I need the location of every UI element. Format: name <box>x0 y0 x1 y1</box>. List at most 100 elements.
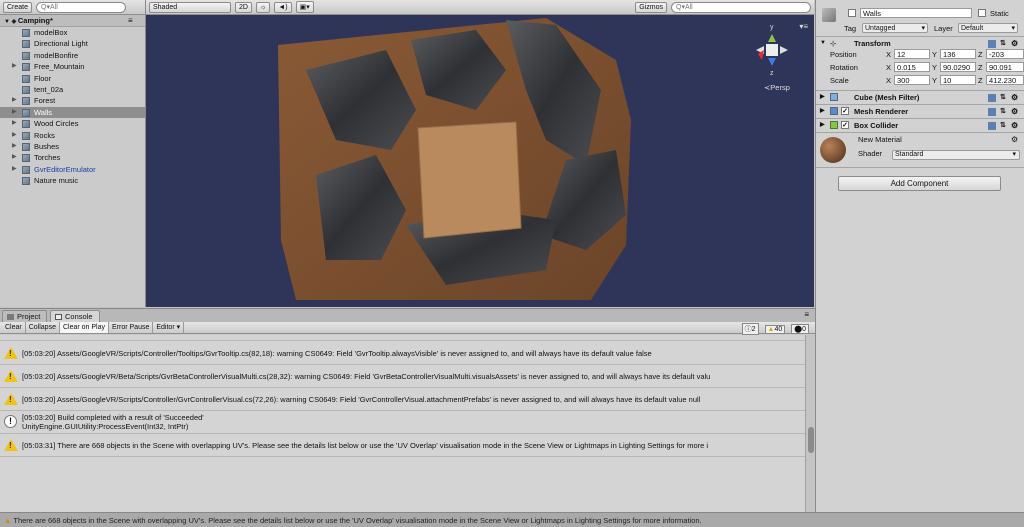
orientation-gizmo[interactable]: y z <box>752 24 792 82</box>
shading-mode-dropdown[interactable]: Shaded <box>149 1 231 13</box>
console-clear-on-play-button[interactable]: Clear on Play <box>59 322 110 333</box>
console-message-row[interactable]: [05:03:20] Assets/GoogleVR/Scripts/Contr… <box>0 388 805 411</box>
position-x-field[interactable]: 12 <box>894 49 930 59</box>
scrollbar-thumb[interactable] <box>808 427 814 453</box>
tab-console[interactable]: Console <box>50 310 100 322</box>
hierarchy-item[interactable]: ▶ Walls <box>0 106 145 119</box>
scene-view[interactable]: Shaded 2D ☼ ◄) ▣▾ Gizmos Q▾All ▾≡ y z ≺P… <box>146 0 814 307</box>
shader-dropdown[interactable]: Standard ▾ <box>892 150 1020 160</box>
expand-arrow-icon[interactable]: ▶ <box>12 118 17 129</box>
tag-dropdown[interactable]: Untagged ▾ <box>862 23 928 33</box>
preset-icon[interactable]: ⇅ <box>1000 91 1006 104</box>
rotation-z-field[interactable]: 90.091 <box>986 62 1024 72</box>
help-book-icon[interactable] <box>988 108 996 116</box>
help-book-icon[interactable] <box>988 122 996 130</box>
hierarchy-item[interactable]: ▶ GvrEditorEmulator <box>0 164 145 175</box>
info-count-toggle[interactable]: ⓘ2 <box>741 323 759 335</box>
2d-toggle-button[interactable]: 2D <box>235 1 252 13</box>
hierarchy-item[interactable]: Floor <box>0 73 145 84</box>
console-message-row[interactable]: [05:03:20] Assets/GoogleVR/Scripts/Contr… <box>0 342 805 365</box>
status-bar[interactable]: ▲ There are 668 objects in the Scene wit… <box>0 512 1024 527</box>
preset-icon[interactable]: ⇅ <box>1000 105 1006 118</box>
console-collapse-button[interactable]: Collapse <box>26 322 60 333</box>
console-message-row[interactable]: [05:03:20] Assets/GoogleVR/Beta/Scripts/… <box>0 365 805 388</box>
persp-label[interactable]: ≺Persp <box>764 83 790 92</box>
scale-x-field[interactable]: 300 <box>894 75 930 85</box>
scale-z-axis-label[interactable]: Z <box>978 76 983 85</box>
position-z-field[interactable]: -203 <box>986 49 1024 59</box>
effects-dropdown-icon[interactable]: ▣▾ <box>295 1 314 13</box>
position-y-axis-label[interactable]: Y <box>932 50 937 59</box>
rotation-y-axis-label[interactable]: Y <box>932 63 937 72</box>
gear-icon[interactable]: ⚙ <box>1011 119 1018 132</box>
gear-icon[interactable]: ⚙ <box>1011 133 1018 146</box>
gear-icon[interactable]: ⚙ <box>1011 105 1018 118</box>
rotation-y-field[interactable]: 90.0290 <box>940 62 976 72</box>
object-name-field[interactable]: Walls <box>860 8 972 18</box>
error-count-toggle[interactable]: ⬤0 <box>791 324 809 334</box>
console-message-row[interactable]: ! [05:03:20] Build completed with a resul… <box>0 411 805 434</box>
warning-count-toggle[interactable]: ▲40 <box>764 324 786 334</box>
gear-icon[interactable]: ⚙ <box>1011 91 1018 104</box>
scene-options-icon[interactable]: ▾≡ <box>799 22 808 31</box>
hierarchy-item[interactable]: ▶ Rocks <box>0 130 145 141</box>
hierarchy-item[interactable]: Directional Light <box>0 38 145 49</box>
audio-toggle-icon[interactable]: ◄) <box>274 1 292 13</box>
scale-x-axis-label[interactable]: X <box>886 76 891 85</box>
expand-arrow-icon[interactable]: ▶ <box>12 107 17 118</box>
rotation-x-field[interactable]: 0.015 <box>894 62 930 72</box>
hierarchy-item[interactable]: ▶ Free_Mountain <box>0 61 145 72</box>
mesh-renderer-header[interactable]: ▶ ✓ Mesh Renderer ⇅ ⚙ <box>816 104 1024 117</box>
mesh-renderer-enabled-checkbox[interactable]: ✓ <box>841 107 849 115</box>
transform-header[interactable]: ▼ ⊹ Transform ⇅ ⚙ <box>816 36 1024 49</box>
create-button[interactable]: Create <box>3 1 33 13</box>
expand-arrow-icon[interactable]: ▶ <box>12 141 17 152</box>
hierarchy-item[interactable]: modelBox <box>0 27 145 38</box>
console-message-list[interactable]: [05:03:20] Assets/GoogleVR/Scripts/Contr… <box>0 335 815 513</box>
rotation-x-axis-label[interactable]: X <box>886 63 891 72</box>
expand-arrow-icon[interactable]: ▶ <box>12 95 17 106</box>
help-book-icon[interactable] <box>988 94 996 102</box>
expand-arrow-icon[interactable]: ▶ <box>12 164 17 175</box>
console-clear-button[interactable]: Clear <box>2 322 26 333</box>
gizmos-dropdown[interactable]: Gizmos <box>635 1 667 13</box>
hierarchy-item[interactable]: ▶ Forest <box>0 95 145 106</box>
box-collider-enabled-checkbox[interactable]: ✓ <box>841 121 849 129</box>
scale-z-field[interactable]: 412.230 <box>986 75 1024 85</box>
scene-root-row[interactable]: ▼ ◈ Camping* ≡ <box>0 15 145 27</box>
active-checkbox[interactable] <box>848 9 856 17</box>
position-z-axis-label[interactable]: Z <box>978 50 983 59</box>
static-checkbox[interactable] <box>978 9 986 17</box>
layer-dropdown[interactable]: Default ▾ <box>958 23 1018 33</box>
position-x-axis-label[interactable]: X <box>886 50 891 59</box>
scale-y-field[interactable]: 10 <box>940 75 976 85</box>
position-y-field[interactable]: 136 <box>940 49 976 59</box>
scene-menu-icon[interactable]: ≡ <box>128 15 133 27</box>
tab-project[interactable]: Project <box>2 310 48 322</box>
box-collider-header[interactable]: ▶ ✓ Box Collider ⇅ ⚙ <box>816 118 1024 131</box>
expand-arrow-icon[interactable]: ▶ <box>12 61 17 72</box>
console-error-pause-button[interactable]: Error Pause <box>109 322 154 333</box>
console-message-row[interactable]: [05:03:31] There are 668 objects in the … <box>0 434 805 457</box>
hierarchy-item[interactable]: Nature music <box>0 175 145 186</box>
scale-y-axis-label[interactable]: Y <box>932 76 937 85</box>
add-component-button[interactable]: Add Component <box>838 176 1001 191</box>
hierarchy-item[interactable]: ▶ Torches <box>0 152 145 163</box>
material-section: New Material Shader Standard ▾ ⚙ <box>816 132 1024 166</box>
mesh-filter-header[interactable]: ▶ Cube (Mesh Filter) ⇅ ⚙ <box>816 90 1024 103</box>
help-book-icon[interactable] <box>988 40 996 48</box>
hierarchy-item[interactable]: tent_02a <box>0 84 145 95</box>
hierarchy-search-input[interactable]: Q▾All <box>36 1 127 13</box>
hierarchy-item[interactable]: ▶ Bushes <box>0 141 145 152</box>
console-editor-dropdown-button[interactable]: Editor ▾ <box>153 322 185 333</box>
lighting-toggle-icon[interactable]: ☼ <box>255 1 271 13</box>
scene-search-input[interactable]: Q▾All <box>671 1 811 13</box>
hierarchy-item[interactable]: ▶ Wood Circles <box>0 118 145 129</box>
expand-arrow-icon[interactable]: ▶ <box>12 130 17 141</box>
expand-arrow-icon[interactable]: ▶ <box>12 152 17 163</box>
preset-icon[interactable]: ⇅ <box>1000 119 1006 132</box>
console-scrollbar[interactable] <box>805 335 815 513</box>
rotation-z-axis-label[interactable]: Z <box>978 63 983 72</box>
tab-menu-icon[interactable]: ≡ <box>804 310 809 319</box>
hierarchy-item[interactable]: modelBonfire <box>0 50 145 61</box>
